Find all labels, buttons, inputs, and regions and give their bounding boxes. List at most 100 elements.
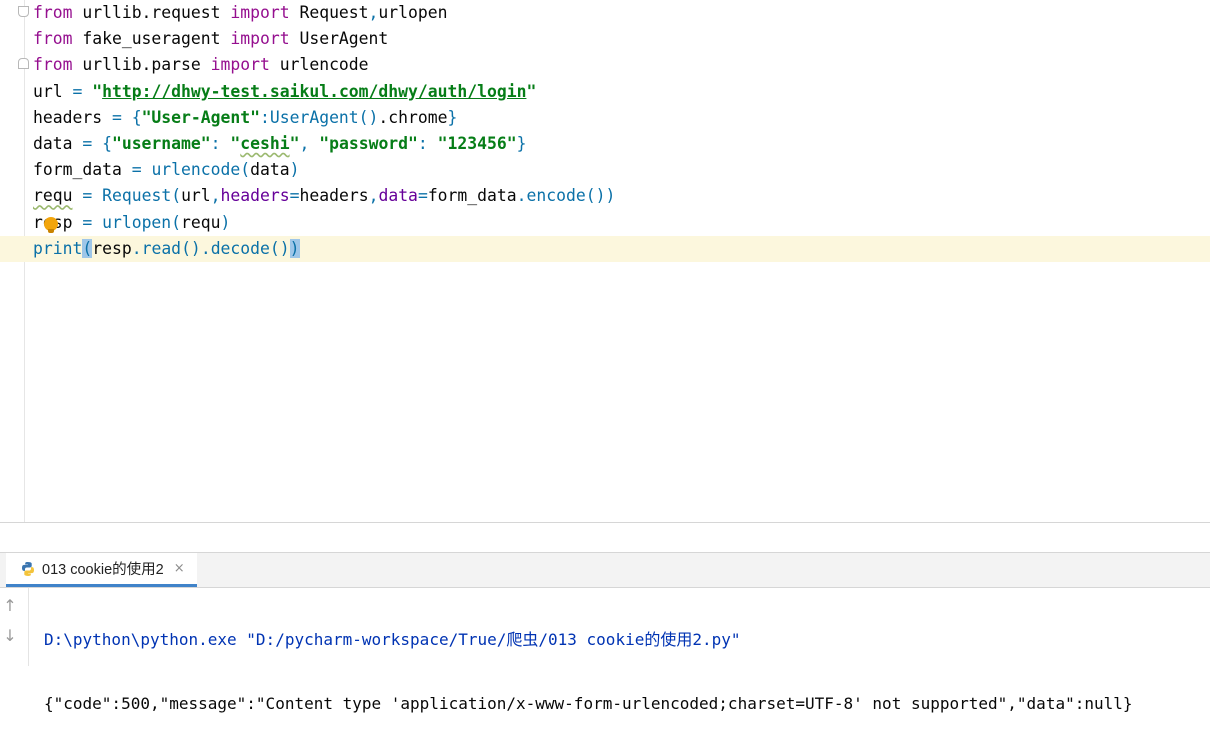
code-token: ) (289, 238, 300, 258)
code-line[interactable]: headers = {"User-Agent":UserAgent().chro… (0, 105, 1210, 131)
code-token: url (181, 186, 211, 206)
run-tab-label: 013 cookie的使用2 (42, 562, 164, 578)
code-token: decode (210, 238, 270, 258)
code-token: . (516, 186, 527, 206)
code-token: } (447, 107, 458, 127)
code-token: ( (240, 160, 251, 180)
code-token: "User-Agent" (141, 107, 260, 127)
run-panel: 013 cookie的使用2 × ↑ ↓ D:\python\python.ex… (0, 552, 1210, 713)
code-token: ceshi (240, 133, 290, 153)
code-token: import (230, 3, 290, 22)
code-token: UserAgent (289, 29, 389, 49)
code-token: resp (92, 238, 132, 258)
code-token: "123456" (437, 133, 517, 153)
code-line[interactable]: from urllib.parse import urlencode (0, 52, 1210, 78)
code-token: " (289, 133, 300, 153)
code-token: data (250, 160, 290, 180)
code-token: encode (526, 186, 586, 206)
intention-bulb-icon[interactable] (44, 217, 58, 233)
code-line[interactable]: requ = Request(url,headers=headers,data=… (0, 183, 1210, 209)
code-token: from (33, 29, 73, 49)
code-token: urllib.parse (72, 55, 211, 75)
code-token: from (33, 3, 73, 22)
code-token: () (181, 238, 201, 258)
console-output[interactable]: D:\python\python.exe "D:/pycharm-workspa… (44, 589, 1210, 713)
code-token: "password" (319, 133, 418, 153)
code-token: headers (299, 186, 369, 206)
code-token: urlopen (378, 3, 448, 22)
code-token: ( (82, 238, 93, 258)
code-token: requ (33, 186, 73, 206)
code-token: , (368, 186, 379, 206)
code-token: print (33, 238, 83, 258)
code-token: . (131, 238, 142, 258)
code-token: = (82, 212, 103, 232)
code-token: read (141, 238, 182, 258)
code-token: = { (111, 107, 142, 127)
code-token: urlencode (269, 55, 369, 75)
code-token: "username" (111, 133, 211, 153)
code-token: } (516, 133, 527, 153)
arrow-up-icon[interactable]: ↑ (2, 596, 18, 616)
code-token: ( (171, 212, 182, 232)
code-token: Request (289, 3, 369, 22)
code-token: data (33, 133, 83, 153)
code-token: , (299, 133, 320, 153)
code-line[interactable]: form_data = urlencode(data) (0, 157, 1210, 183)
code-token: ()) (585, 186, 616, 206)
code-lines: from urllib.request import Request,urlop… (0, 0, 1210, 262)
code-token: urlencode (151, 160, 241, 180)
code-token: requ (181, 212, 221, 232)
run-toolbar: ↑ ↓ (0, 588, 29, 666)
code-token: from (33, 55, 73, 75)
code-token: = (289, 186, 300, 206)
run-tab-bar: 013 cookie的使用2 × (0, 553, 1210, 588)
code-token: , (210, 186, 221, 206)
code-line[interactable]: url = "http://dhwy-test.saikul.com/dhwy/… (0, 79, 1210, 105)
code-token: Request (102, 186, 172, 206)
code-token: data (378, 186, 418, 206)
code-token: UserAgent (269, 107, 359, 127)
code-line[interactable]: data = {"username": "ceshi", "password":… (0, 131, 1210, 157)
console-result-line: {"code":500,"message":"Content type 'app… (44, 694, 1133, 713)
code-token: headers (220, 186, 290, 206)
code-line[interactable]: print(resp.read().decode()) (0, 235, 1210, 262)
code-token: = (131, 160, 152, 180)
code-token: import (210, 55, 270, 75)
code-token: urllib.request (72, 3, 231, 22)
python-icon (22, 561, 34, 576)
code-token: = (72, 81, 93, 101)
code-token: () (358, 107, 379, 127)
close-icon[interactable]: × (174, 561, 185, 576)
code-token: = (417, 186, 428, 206)
code-token: ) (220, 212, 231, 232)
code-token: urlopen (102, 212, 172, 232)
code-token: fake_useragent (72, 29, 231, 49)
code-token: ) (289, 160, 300, 180)
code-line[interactable]: resp = urlopen(requ) (0, 210, 1210, 236)
code-token: url (33, 81, 73, 101)
code-token: headers (33, 107, 112, 127)
code-editor[interactable]: from urllib.request import Request,urlop… (0, 0, 1210, 523)
code-token: . (200, 238, 211, 258)
code-token: : (210, 133, 231, 153)
code-token: " (230, 133, 241, 153)
arrow-down-icon[interactable]: ↓ (2, 626, 18, 646)
code-token: form_data (33, 160, 132, 180)
code-token: = (82, 186, 103, 206)
code-token: import (230, 29, 290, 49)
code-token: " (92, 81, 103, 101)
code-line[interactable]: from urllib.request import Request,urlop… (0, 0, 1210, 26)
code-line[interactable]: from fake_useragent import UserAgent (0, 26, 1210, 52)
code-token: .chrome (378, 107, 448, 127)
code-token: form_data (427, 186, 517, 206)
code-token: () (269, 238, 290, 258)
code-token: = { (82, 133, 112, 153)
code-token: ( (171, 186, 182, 206)
console-command-line: D:\python\python.exe "D:/pycharm-workspa… (44, 630, 741, 649)
code-token: " (526, 81, 537, 101)
code-token: http://dhwy-test.saikul.com/dhwy/auth/lo… (102, 81, 527, 101)
code-token: , (368, 3, 379, 22)
run-tab[interactable]: 013 cookie的使用2 × (6, 553, 197, 587)
